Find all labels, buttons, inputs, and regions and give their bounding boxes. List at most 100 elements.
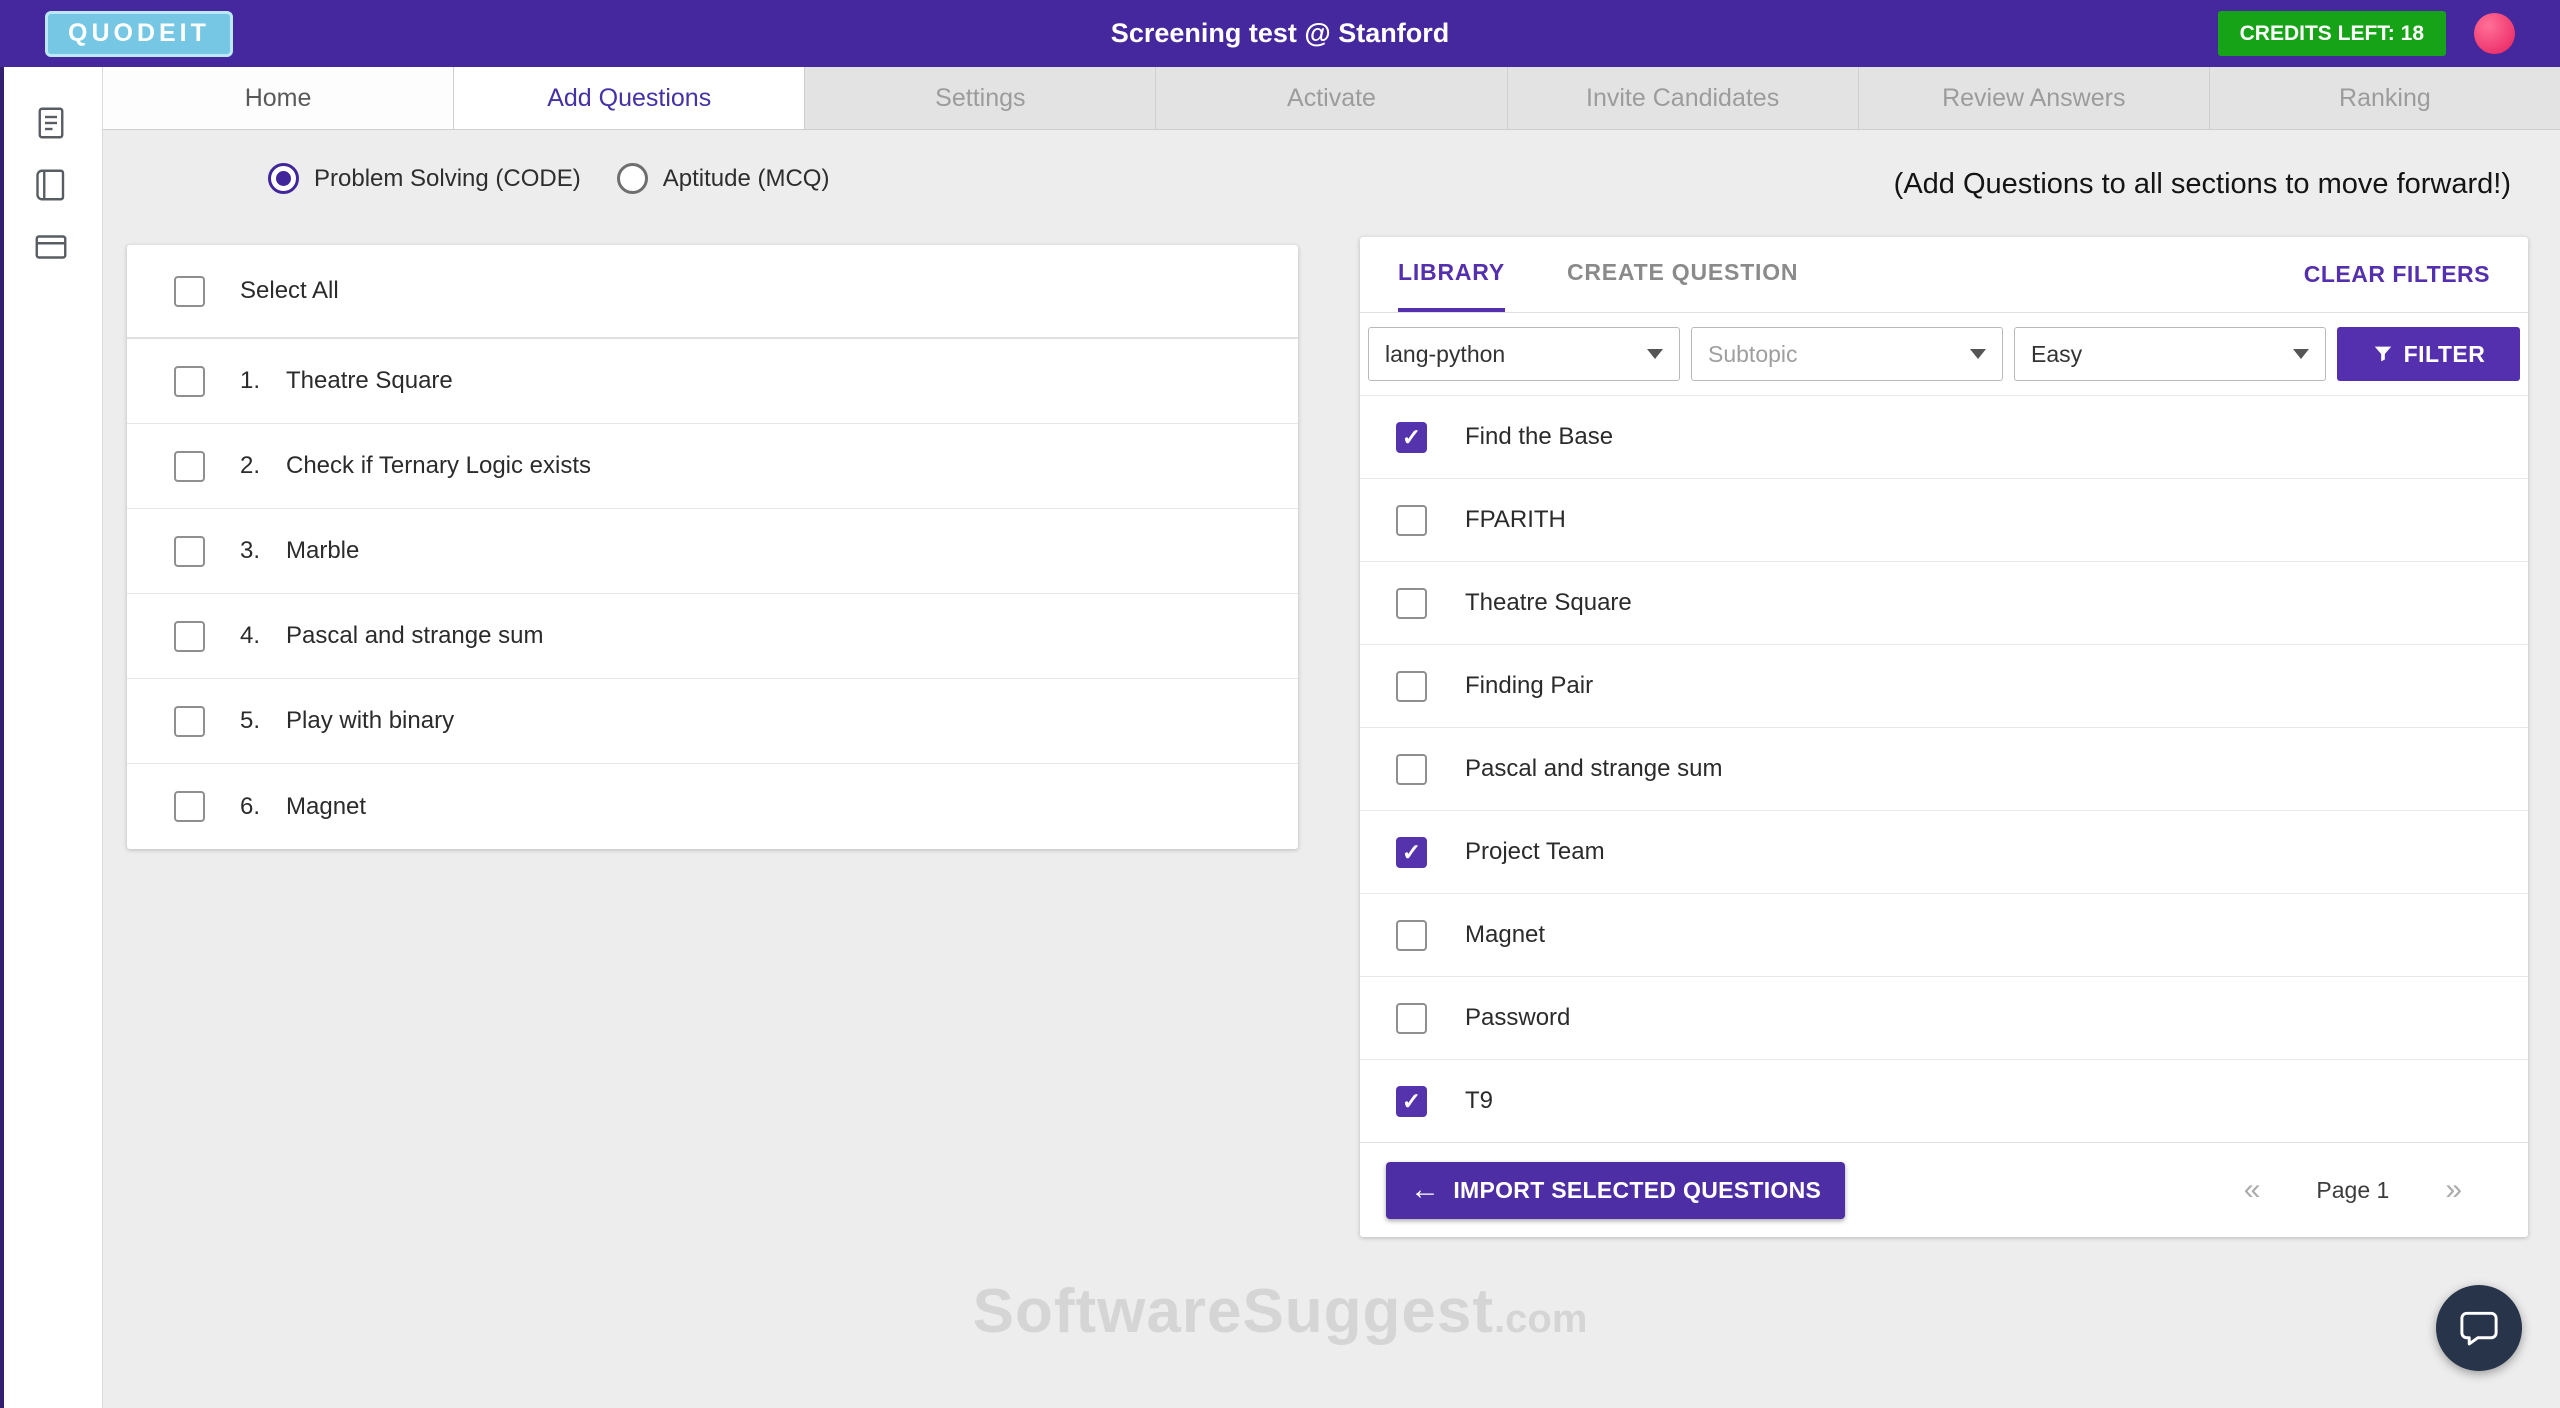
section-type-radio-group: Problem Solving (CODE) Aptitude (MCQ) xyxy=(268,163,829,194)
library-question-title: Password xyxy=(1465,1004,1570,1032)
question-title: Marble xyxy=(286,537,359,565)
main-tab-bar: Home Add Questions Settings Activate Inv… xyxy=(103,67,2560,130)
question-checkbox[interactable] xyxy=(174,366,205,397)
selected-question-row: 5. Play with binary xyxy=(127,679,1298,764)
library-question-list: Find the Base FPARITH Theatre Square Fin… xyxy=(1360,395,2528,1142)
top-header: QUODEIT Screening test @ Stanford CREDIT… xyxy=(0,0,2560,67)
question-title: Magnet xyxy=(286,793,366,821)
library-question-row: Pascal and strange sum xyxy=(1360,727,2528,810)
library-question-checkbox[interactable] xyxy=(1396,837,1427,868)
library-tab-label: CREATE QUESTION xyxy=(1567,259,1798,286)
library-question-row: Finding Pair xyxy=(1360,644,2528,727)
question-checkbox[interactable] xyxy=(174,536,205,567)
nav-tab-label: Settings xyxy=(935,84,1025,113)
radio-icon xyxy=(617,163,648,194)
question-checkbox[interactable] xyxy=(174,706,205,737)
question-title: Check if Ternary Logic exists xyxy=(286,452,591,480)
card-icon[interactable] xyxy=(31,227,71,267)
select-all-checkbox[interactable] xyxy=(174,276,205,307)
library-question-title: Magnet xyxy=(1465,921,1545,949)
difficulty-filter-value: Easy xyxy=(2031,341,2082,368)
library-question-checkbox[interactable] xyxy=(1396,754,1427,785)
question-checkbox[interactable] xyxy=(174,791,205,822)
selected-question-row: 2. Check if Ternary Logic exists xyxy=(127,424,1298,509)
subtopic-filter-select[interactable]: Subtopic xyxy=(1691,327,2003,381)
chevron-down-icon xyxy=(2293,349,2309,359)
watermark-main: SoftwareSuggest xyxy=(973,1276,1494,1347)
book-icon[interactable] xyxy=(31,165,71,205)
question-number: 4. xyxy=(240,622,286,650)
radio-icon xyxy=(268,163,299,194)
library-tab[interactable]: LIBRARY xyxy=(1398,237,1505,312)
library-question-title: Pascal and strange sum xyxy=(1465,755,1722,783)
nav-tab-label: Invite Candidates xyxy=(1586,84,1779,113)
nav-tab[interactable]: Home xyxy=(103,67,454,129)
library-tab-label: LIBRARY xyxy=(1398,259,1505,286)
question-number: 1. xyxy=(240,367,286,395)
page-title: Screening test @ Stanford xyxy=(1111,18,1449,49)
question-checkbox[interactable] xyxy=(174,621,205,652)
funnel-icon xyxy=(2372,343,2394,365)
document-icon[interactable] xyxy=(31,103,71,143)
chevron-down-icon xyxy=(1970,349,1986,359)
question-number: 2. xyxy=(240,452,286,480)
library-question-checkbox[interactable] xyxy=(1396,920,1427,951)
prev-page-button[interactable]: « xyxy=(2244,1175,2261,1205)
nav-tab-label: Review Answers xyxy=(1942,84,2125,113)
nav-tab[interactable]: Review Answers xyxy=(1859,67,2210,129)
nav-tab-label: Add Questions xyxy=(547,84,711,113)
selected-question-row: 3. Marble xyxy=(127,509,1298,594)
selected-question-row: 4. Pascal and strange sum xyxy=(127,594,1298,679)
page-indicator: Page 1 xyxy=(2316,1177,2389,1204)
question-number: 6. xyxy=(240,793,286,821)
nav-tab[interactable]: Add Questions xyxy=(454,67,805,129)
library-question-title: Finding Pair xyxy=(1465,672,1593,700)
question-title: Theatre Square xyxy=(286,367,453,395)
select-all-label: Select All xyxy=(240,277,339,305)
difficulty-filter-select[interactable]: Easy xyxy=(2014,327,2326,381)
library-question-checkbox[interactable] xyxy=(1396,505,1427,536)
chat-launcher-button[interactable] xyxy=(2436,1285,2522,1371)
library-question-row: Magnet xyxy=(1360,893,2528,976)
language-filter-select[interactable]: lang-python xyxy=(1368,327,1680,381)
user-avatar[interactable] xyxy=(2474,13,2515,54)
library-panel: LIBRARY CREATE QUESTION CLEAR FILTERS la… xyxy=(1360,237,2528,1237)
radio-label: Problem Solving (CODE) xyxy=(314,165,581,193)
library-question-title: FPARITH xyxy=(1465,506,1566,534)
question-number: 3. xyxy=(240,537,286,565)
library-question-checkbox[interactable] xyxy=(1396,588,1427,619)
library-tab-bar: LIBRARY CREATE QUESTION CLEAR FILTERS xyxy=(1360,237,2528,313)
nav-tab[interactable]: Invite Candidates xyxy=(1508,67,1859,129)
library-question-title: Theatre Square xyxy=(1465,589,1632,617)
filter-button[interactable]: FILTER xyxy=(2337,327,2520,381)
select-all-row: Select All xyxy=(127,245,1298,337)
watermark-suffix: .com xyxy=(1494,1297,1587,1342)
filter-button-label: FILTER xyxy=(2404,341,2486,368)
question-title: Play with binary xyxy=(286,707,454,735)
library-footer: ← IMPORT SELECTED QUESTIONS « Page 1 » xyxy=(1360,1142,2528,1237)
watermark: SoftwareSuggest .com xyxy=(973,1276,1588,1347)
library-tab[interactable]: CREATE QUESTION xyxy=(1567,237,1798,312)
section-type-radio[interactable]: Problem Solving (CODE) xyxy=(268,163,581,194)
selected-question-row: 1. Theatre Square xyxy=(127,339,1298,424)
credits-left-badge[interactable]: CREDITS LEFT: 18 xyxy=(2218,11,2446,56)
next-page-button[interactable]: » xyxy=(2445,1175,2462,1205)
library-question-checkbox[interactable] xyxy=(1396,1086,1427,1117)
chevron-down-icon xyxy=(1647,349,1663,359)
nav-tab-label: Activate xyxy=(1287,84,1376,113)
import-selected-questions-button[interactable]: ← IMPORT SELECTED QUESTIONS xyxy=(1386,1162,1845,1219)
library-question-checkbox[interactable] xyxy=(1396,422,1427,453)
section-type-radio[interactable]: Aptitude (MCQ) xyxy=(617,163,830,194)
library-question-checkbox[interactable] xyxy=(1396,671,1427,702)
clear-filters-link[interactable]: CLEAR FILTERS xyxy=(2304,261,2490,288)
move-forward-notice: (Add Questions to all sections to move f… xyxy=(1894,168,2511,201)
library-question-checkbox[interactable] xyxy=(1396,1003,1427,1034)
nav-tab[interactable]: Ranking xyxy=(2210,67,2560,129)
import-button-label: IMPORT SELECTED QUESTIONS xyxy=(1453,1177,1821,1204)
nav-tab[interactable]: Activate xyxy=(1156,67,1507,129)
nav-tab[interactable]: Settings xyxy=(805,67,1156,129)
selected-questions-panel: Select All 1. Theatre Square 2. Check if… xyxy=(127,245,1298,849)
library-question-row: T9 xyxy=(1360,1059,2528,1142)
question-checkbox[interactable] xyxy=(174,451,205,482)
library-question-row: Find the Base xyxy=(1360,395,2528,478)
